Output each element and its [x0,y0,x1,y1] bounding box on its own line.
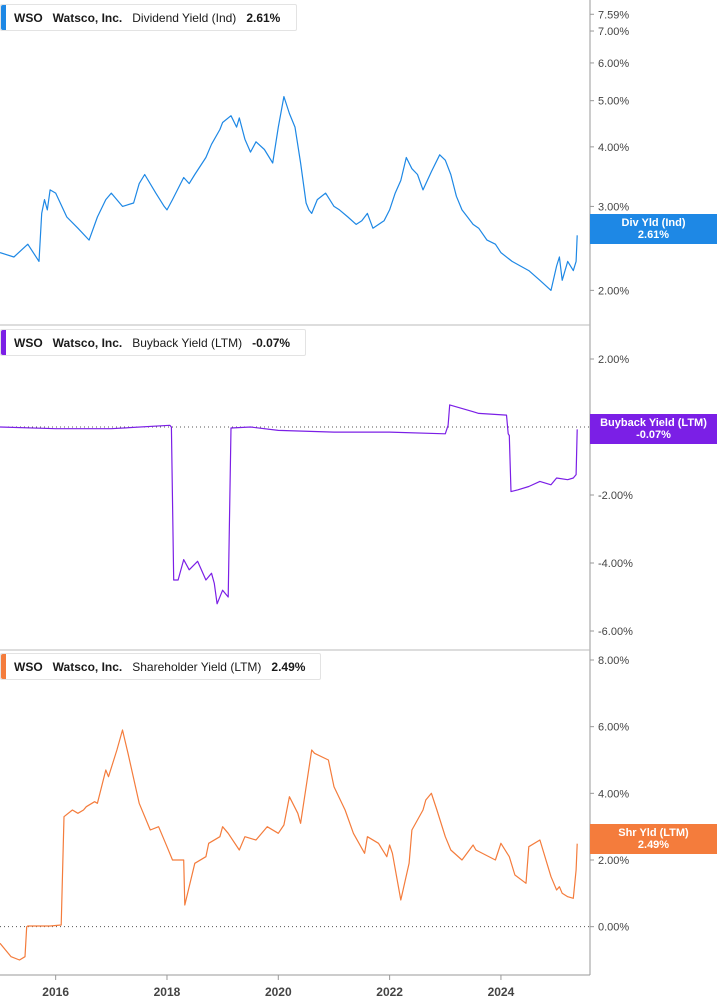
value-tag-shareholder: Shr Yld (LTM) 2.49% [590,824,717,854]
value-tag-buyback: Buyback Yield (LTM) -0.07% [590,414,717,444]
legend-value: -0.07% [252,335,291,350]
x-tick-label: 2020 [265,985,292,999]
y-tick-label: 2.00% [598,354,629,366]
y-tick-label: 8.00% [598,655,629,667]
y-tick-label: 6.00% [598,58,629,70]
chart-canvas: 2.00% 3.00% 4.00% 5.00% 6.00% 7.00% 7.59% -6.00… [0,0,633,999]
y-tick-label: 2.00% [598,855,629,867]
legend-buyback: WSO Watsco, Inc. Buyback Yield (LTM) -0.… [0,329,306,356]
legend-company: Watsco, Inc. [52,659,123,674]
legend-ticker: WSO [14,335,43,350]
legend-value: 2.61% [246,10,281,25]
legend-metric: Buyback Yield (LTM) [132,335,243,350]
y-tick-label: 4.00% [598,788,629,800]
buyback-series-line [0,404,578,605]
legend-value: 2.49% [271,659,306,674]
legend-dividend: WSO Watsco, Inc. Dividend Yield (Ind) 2.… [0,4,297,31]
legend-ticker: WSO [14,659,43,674]
x-tick-label: 2016 [42,985,69,999]
value-tag-label: Buyback Yield (LTM) [600,417,707,429]
x-tick-label: 2024 [488,985,515,999]
y-tick-label: -2.00% [598,490,633,502]
legend-swatch-buyback [1,330,6,355]
shareholder-series-line [0,729,578,961]
y-tick-label: -6.00% [598,626,633,638]
dividend-series-line [0,95,578,291]
value-tag-value: -0.07% [636,429,671,441]
x-tick-label: 2018 [154,985,181,999]
legend-company: Watsco, Inc. [52,335,123,350]
value-tag-dividend: Div Yld (Ind) 2.61% [590,214,717,244]
legend-shareholder: WSO Watsco, Inc. Shareholder Yield (LTM)… [0,653,321,680]
y-tick-label: -4.00% [598,558,633,570]
legend-swatch-dividend [1,5,6,30]
x-tick-label: 2022 [376,985,403,999]
legend-company: Watsco, Inc. [52,10,123,25]
y-tick-label: 5.00% [598,96,629,108]
y-tick-label: 2.00% [598,285,629,297]
y-tick-label: 4.00% [598,142,629,154]
legend-metric: Dividend Yield (Ind) [132,10,237,25]
y-tick-label: 7.59% [598,9,629,21]
y-tick-label: 7.00% [598,26,629,38]
legend-swatch-shareholder [1,654,6,679]
y-tick-label: 3.00% [598,201,629,213]
value-tag-value: 2.61% [637,229,670,241]
value-tag-value: 2.49% [637,839,670,851]
value-tag-label: Div Yld (Ind) [621,217,686,229]
value-tag-label: Shr Yld (LTM) [618,827,689,839]
legend-metric: Shareholder Yield (LTM) [132,659,262,674]
legend-ticker: WSO [14,10,43,25]
y-tick-label: 0.00% [598,922,629,934]
y-tick-label: 6.00% [598,722,629,734]
